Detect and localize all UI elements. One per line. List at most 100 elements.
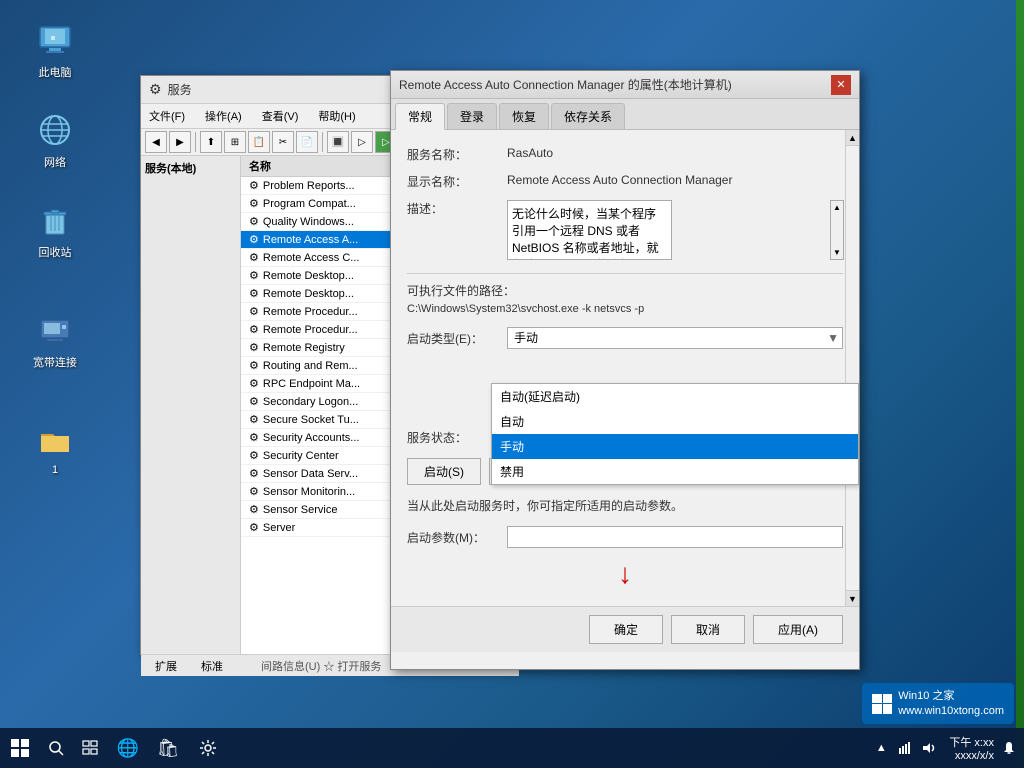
- service-icon-16: ⚙: [249, 467, 259, 480]
- form-row-display-name: 显示名称： Remote Access Auto Connection Mana…: [407, 173, 843, 190]
- tray-up-icon[interactable]: ▲: [869, 728, 893, 768]
- services-menu-help[interactable]: 帮助(H): [314, 106, 359, 126]
- tray-sound-icon[interactable]: [917, 728, 941, 768]
- form-label-startup-type: 启动类型(E)：: [407, 330, 507, 347]
- taskbar-clock[interactable]: 下午 x:xx xxxx/x/x: [941, 734, 1002, 762]
- service-icon-15: ⚙: [249, 449, 259, 462]
- toolbar-up[interactable]: ⬆: [200, 131, 222, 153]
- form-label-path: 可执行文件的路径：: [407, 282, 843, 299]
- service-icon-18: ⚙: [249, 503, 259, 516]
- startup-select-container: 自动(延迟启动) 自动 手动 禁用 ▼: [507, 327, 843, 349]
- taskbar-ie-icon[interactable]: 🌐: [108, 728, 148, 768]
- footer-cancel-button[interactable]: 取消: [671, 615, 745, 644]
- dialog-tab-login[interactable]: 登录: [447, 103, 497, 129]
- service-icon-4: ⚙: [249, 251, 259, 264]
- dialog-tab-recovery[interactable]: 恢复: [499, 103, 549, 129]
- properties-dialog: Remote Access Auto Connection Manager 的属…: [390, 70, 860, 670]
- this-pc-label: 此电脑: [39, 64, 72, 80]
- toolbar-btn6[interactable]: 🔳: [327, 131, 349, 153]
- toolbar-btn7[interactable]: ▷: [351, 131, 373, 153]
- services-menu-view[interactable]: 查看(V): [258, 106, 303, 126]
- form-label-display-name: 显示名称：: [407, 173, 507, 190]
- footer-ok-button[interactable]: 确定: [589, 615, 663, 644]
- dropdown-item-manual[interactable]: 手动: [492, 434, 858, 459]
- dropdown-item-auto[interactable]: 自动: [492, 409, 858, 434]
- start-button[interactable]: [0, 728, 40, 768]
- task-view-button[interactable]: [72, 728, 108, 768]
- param-input[interactable]: [507, 526, 843, 548]
- dialog-scrollbar: ▲ ▼: [845, 130, 859, 606]
- service-icon-3: ⚙: [249, 233, 259, 246]
- toolbar-back[interactable]: ◀: [145, 131, 167, 153]
- status-tab-standard[interactable]: 标准: [195, 657, 229, 675]
- taskbar-tray: ▲ 下午 x:xx xxx: [869, 728, 1016, 768]
- toolbar-btn3[interactable]: 📋: [248, 131, 270, 153]
- desc-scroll-up[interactable]: ▲: [831, 201, 843, 214]
- status-tab-expand[interactable]: 扩展: [149, 657, 183, 675]
- services-menu-action[interactable]: 操作(A): [201, 106, 246, 126]
- toolbar-btn2[interactable]: ⊞: [224, 131, 246, 153]
- taskbar-settings-icon[interactable]: [188, 728, 228, 768]
- service-icon-10: ⚙: [249, 359, 259, 372]
- dialog-footer: 确定 取消 应用(A): [391, 606, 859, 652]
- form-textarea-description[interactable]: 无论什么时候，当某个程序引用一个远程 DNS 或者 NetBIOS 名称或者地址…: [507, 200, 672, 260]
- dialog-scroll-down[interactable]: ▼: [846, 590, 859, 606]
- service-icon-17: ⚙: [249, 485, 259, 498]
- dialog-titlebar: Remote Access Auto Connection Manager 的属…: [391, 71, 859, 99]
- service-icon-7: ⚙: [249, 305, 259, 318]
- win-logo-icon: [872, 694, 892, 714]
- dialog-tab-dependencies[interactable]: 依存关系: [551, 103, 625, 129]
- service-icon-8: ⚙: [249, 323, 259, 336]
- network-label: 网络: [44, 154, 66, 170]
- service-icon-14: ⚙: [249, 431, 259, 444]
- taskbar-notification-button[interactable]: [1002, 728, 1016, 768]
- form-row-param: 启动参数(M)：: [407, 526, 843, 548]
- taskbar-date: xxxx/x/x: [949, 750, 994, 762]
- toolbar-sep1: [195, 132, 196, 152]
- dropdown-item-disabled[interactable]: 禁用: [492, 459, 858, 484]
- desktop-icon-recycle-bin[interactable]: 回收站: [20, 200, 90, 260]
- dialog-scroll-up[interactable]: ▲: [846, 130, 859, 146]
- startup-type-select[interactable]: 自动(延迟启动) 自动 手动 禁用: [507, 327, 843, 349]
- service-start-button[interactable]: 启动(S): [407, 458, 481, 485]
- hint-text: 当从此处启动服务时，你可指定所适用的启动参数。: [407, 497, 843, 514]
- service-icon-5: ⚙: [249, 269, 259, 282]
- form-label-service-name: 服务名称：: [407, 146, 507, 163]
- desktop-icon-network[interactable]: 网络: [20, 110, 90, 170]
- desktop: 此电脑 网络 回收站: [0, 0, 1024, 768]
- service-icon-1: ⚙: [249, 197, 259, 210]
- desktop-icon-folder1[interactable]: 1: [20, 420, 90, 476]
- form-row-startup-type: 启动类型(E)： 自动(延迟启动) 自动 手动 禁用 ▼: [407, 327, 843, 349]
- services-menu-file[interactable]: 文件(F): [145, 106, 189, 126]
- form-value-path: C:\Windows\System32\svchost.exe -k netsv…: [407, 303, 843, 315]
- dialog-title: Remote Access Auto Connection Manager 的属…: [399, 76, 831, 93]
- form-value-service-name: RasAuto: [507, 146, 843, 160]
- taskbar-time: 下午 x:xx: [949, 734, 994, 750]
- desc-scroll-down[interactable]: ▼: [831, 246, 843, 259]
- dropdown-item-auto-delay[interactable]: 自动(延迟启动): [492, 384, 858, 409]
- broadband-label: 宽带连接: [33, 354, 77, 370]
- taskbar-store-icon[interactable]: 🛍: [148, 728, 188, 768]
- services-left-panel: 服务(本地): [141, 156, 241, 654]
- service-icon-11: ⚙: [249, 377, 259, 390]
- footer-apply-button[interactable]: 应用(A): [753, 615, 843, 644]
- form-label-param: 启动参数(M)：: [407, 529, 507, 546]
- search-button[interactable]: [40, 728, 72, 768]
- network-icon: [35, 110, 75, 150]
- broadband-icon: [35, 310, 75, 350]
- toolbar-btn4[interactable]: ✂: [272, 131, 294, 153]
- taskbar-pinned-icons: 🌐 🛍: [108, 728, 869, 768]
- form-row-service-name: 服务名称： RasAuto: [407, 146, 843, 163]
- form-divider: [407, 273, 843, 274]
- desktop-icon-broadband[interactable]: 宽带连接: [20, 310, 90, 370]
- green-strip: [1016, 0, 1024, 768]
- service-icon-19: ⚙: [249, 521, 259, 534]
- folder1-label: 1: [52, 464, 58, 476]
- dialog-close-button[interactable]: ✕: [831, 75, 851, 95]
- form-row-path: 可执行文件的路径： C:\Windows\System32\svchost.ex…: [407, 282, 843, 315]
- tray-network-icon[interactable]: [893, 728, 917, 768]
- toolbar-btn5[interactable]: 📄: [296, 131, 318, 153]
- desktop-icon-this-pc[interactable]: 此电脑: [20, 20, 90, 80]
- toolbar-forward[interactable]: ▶: [169, 131, 191, 153]
- dialog-tab-general[interactable]: 常规: [395, 103, 445, 130]
